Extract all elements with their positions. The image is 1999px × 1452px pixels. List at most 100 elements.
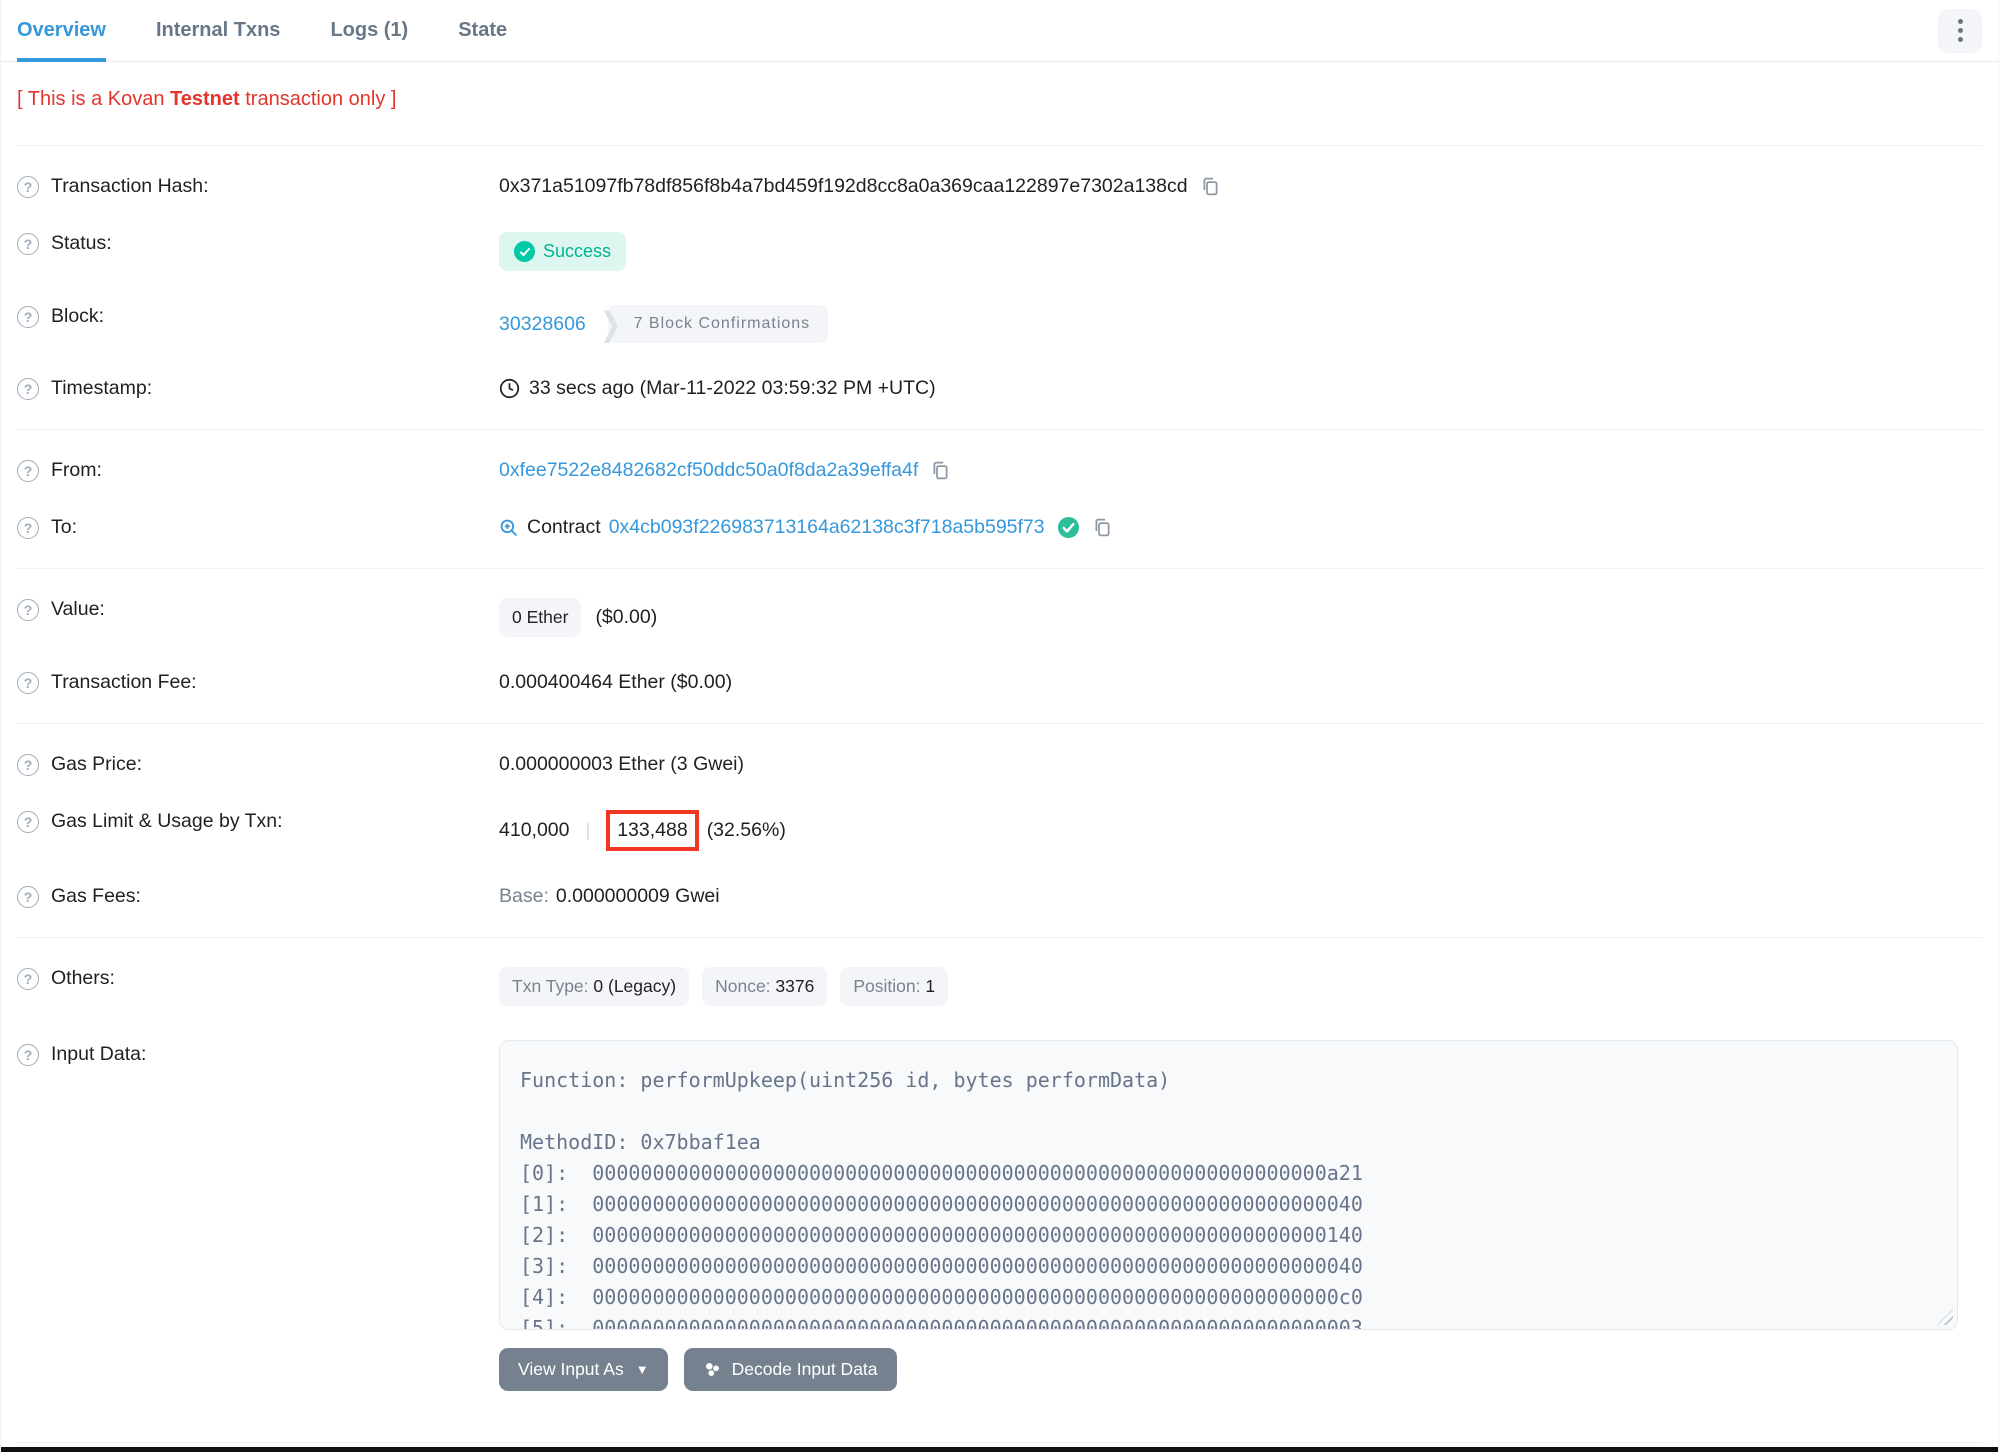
label-text: Transaction Fee: [51, 671, 197, 693]
txn-type-badge: Txn Type: 0 (Legacy) [499, 967, 690, 1006]
row-from: ? From: 0xfee7522e8482682cf50ddc50a0f8da… [17, 442, 1982, 499]
row-input-data: ? Input Data: Function: performUpkeep(ui… [17, 1023, 1982, 1408]
label-text: Value: [51, 598, 105, 620]
view-input-as-button[interactable]: View Input As ▼ [499, 1348, 668, 1391]
value-label: ? Value: [17, 598, 499, 621]
block-label: ? Block: [17, 305, 499, 328]
transaction-details-card: Overview Internal Txns Logs (1) State [ … [0, 0, 1999, 1452]
from-label: ? From: [17, 459, 499, 482]
label-text: Gas Fees: [51, 885, 141, 907]
help-icon[interactable]: ? [17, 175, 39, 198]
help-icon[interactable]: ? [17, 810, 39, 833]
button-label: View Input As [518, 1359, 624, 1379]
help-icon[interactable]: ? [17, 671, 39, 694]
decode-input-data-button[interactable]: Decode Input Data [683, 1348, 897, 1391]
gas-limit-label: ? Gas Limit & Usage by Txn: [17, 810, 499, 833]
help-icon[interactable]: ? [17, 377, 39, 400]
clock-icon [499, 378, 520, 399]
notice-prefix: [ This is a Kovan [17, 88, 171, 110]
notice-bold: Testnet [170, 88, 240, 110]
help-icon[interactable]: ? [17, 305, 39, 328]
status-label: ? Status: [17, 232, 499, 255]
help-icon[interactable]: ? [17, 516, 39, 539]
label-text: Others: [51, 967, 115, 989]
label-text: Input Data: [51, 1043, 147, 1065]
testnet-notice: [ This is a Kovan Testnet transaction on… [1, 62, 1998, 145]
help-icon[interactable]: ? [17, 232, 39, 255]
label-text: Gas Limit & Usage by Txn: [51, 810, 283, 832]
gas-price-label: ? Gas Price: [17, 753, 499, 776]
row-transaction-hash: ? Transaction Hash: 0x371a51097fb78df856… [17, 158, 1982, 215]
more-options-button[interactable] [1938, 8, 1982, 53]
bottom-spacer [1, 1420, 1998, 1442]
to-prefix: Contract [527, 516, 601, 538]
row-timestamp: ? Timestamp: 33 secs ago (Mar-11-2022 03… [17, 360, 1982, 417]
label-text: To: [51, 516, 78, 538]
timestamp-label: ? Timestamp: [17, 377, 499, 400]
timestamp-value: 33 secs ago (Mar-11-2022 03:59:32 PM +UT… [529, 377, 936, 399]
row-gas-limit-usage: ? Gas Limit & Usage by Txn: 410,000 | 13… [17, 793, 1982, 868]
verified-check-icon [1057, 516, 1080, 539]
vertical-ellipsis-icon [1957, 19, 1963, 42]
section-summary: ? Transaction Hash: 0x371a51097fb78df856… [1, 146, 1998, 429]
badge-value: 1 [925, 976, 936, 996]
position-badge: Position: 1 [840, 967, 949, 1006]
from-address-link[interactable]: 0xfee7522e8482682cf50ddc50a0f8da2a39effa… [499, 459, 918, 482]
badge-label: Txn Type: [512, 976, 589, 996]
row-block: ? Block: 30328606 ❯ 7 Block Confirmation… [17, 288, 1982, 360]
transaction-fee-value: 0.000400464 Ether ($0.00) [499, 671, 733, 693]
to-address-link[interactable]: 0x4cb093f226983713164a62138c3f718a5b595f… [609, 516, 1045, 539]
help-icon[interactable]: ? [17, 598, 39, 621]
block-number-link[interactable]: 30328606 [499, 313, 586, 336]
status-badge: Success [499, 232, 627, 271]
usd-value: ($0.00) [595, 606, 658, 628]
row-transaction-fee: ? Transaction Fee: 0.000400464 Ether ($0… [17, 654, 1982, 711]
help-icon[interactable]: ? [17, 1043, 39, 1066]
copy-icon[interactable] [1092, 517, 1113, 538]
label-text: Gas Price: [51, 753, 143, 775]
tab-internal-txns[interactable]: Internal Txns [156, 0, 280, 61]
transaction-fee-label: ? Transaction Fee: [17, 671, 499, 694]
tab-state[interactable]: State [458, 0, 507, 61]
label-text: Block: [51, 305, 105, 327]
transaction-hash-label: ? Transaction Hash: [17, 175, 499, 198]
gas-price-value: 0.000000003 Ether (3 Gwei) [499, 753, 744, 775]
copy-icon[interactable] [1200, 176, 1221, 197]
transaction-hash-value: 0x371a51097fb78df856f8b4a7bd459f192d8cc8… [499, 175, 1188, 197]
gas-used-annotation-box: 133,488 [606, 810, 699, 851]
badge-value: 3376 [775, 976, 815, 996]
section-gas: ? Gas Price: 0.000000003 Ether (3 Gwei) … [1, 724, 1998, 937]
to-label: ? To: [17, 516, 499, 539]
help-icon[interactable]: ? [17, 885, 39, 908]
block-confirmations: ❯ 7 Block Confirmations [599, 304, 829, 343]
tab-logs[interactable]: Logs (1) [330, 0, 408, 61]
status-text: Success [543, 241, 612, 261]
gas-used-value: 133,488 [617, 819, 688, 841]
tab-bar: Overview Internal Txns Logs (1) State [1, 0, 1998, 62]
base-fee-label: Base: [499, 885, 549, 907]
gas-fees-label: ? Gas Fees: [17, 885, 499, 908]
section-addresses: ? From: 0xfee7522e8482682cf50ddc50a0f8da… [1, 430, 1998, 568]
label-text: From: [51, 459, 102, 481]
badge-label: Nonce: [715, 976, 771, 996]
decode-icon [703, 1360, 722, 1379]
input-data-textarea[interactable]: Function: performUpkeep(uint256 id, byte… [499, 1040, 1958, 1330]
row-others: ? Others: Txn Type: 0 (Legacy) Nonce: 33… [17, 950, 1982, 1023]
label-text: Status: [51, 232, 112, 254]
chevron-right-icon: ❯ [599, 304, 622, 343]
badge-value: 0 (Legacy) [593, 976, 677, 996]
button-label: Decode Input Data [731, 1359, 878, 1379]
help-icon[interactable]: ? [17, 459, 39, 482]
gas-used-percent: (32.56%) [706, 819, 786, 841]
divider [16, 1442, 1983, 1443]
badge-label: Position: [853, 976, 921, 996]
input-data-label: ? Input Data: [17, 1040, 499, 1066]
magnifier-plus-icon[interactable] [499, 518, 519, 538]
help-icon[interactable]: ? [17, 967, 39, 990]
row-value: ? Value: 0 Ether ($0.00) [17, 581, 1982, 654]
tab-overview[interactable]: Overview [17, 0, 106, 62]
label-text: Transaction Hash: [51, 175, 209, 197]
help-icon[interactable]: ? [17, 753, 39, 776]
copy-icon[interactable] [930, 460, 951, 481]
nonce-badge: Nonce: 3376 [702, 967, 828, 1006]
